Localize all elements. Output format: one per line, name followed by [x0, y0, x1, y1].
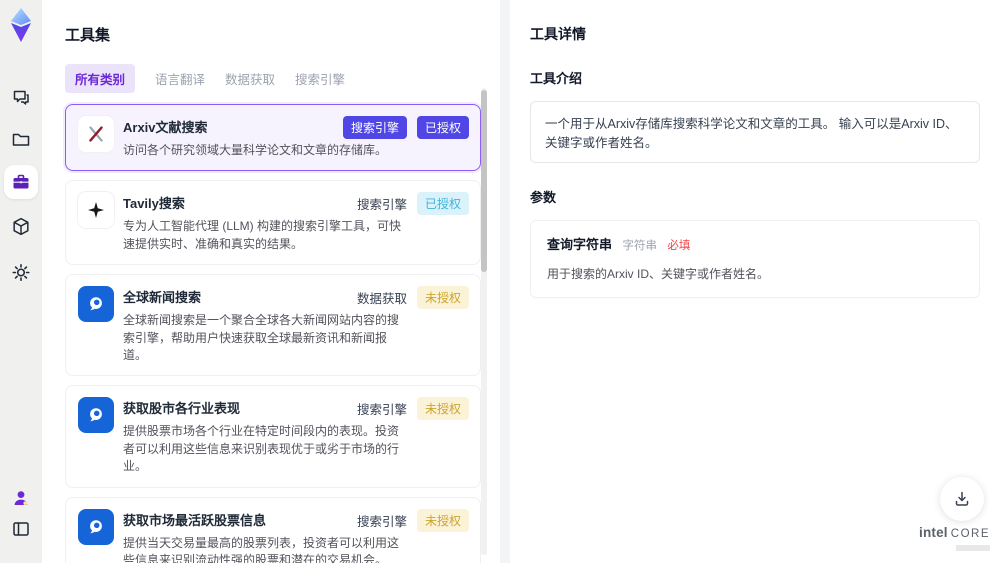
category-tabs: 所有类别 语言翻译 数据获取 搜索引擎	[65, 64, 500, 93]
list-scrollbar[interactable]	[481, 88, 487, 555]
tool-badges: 搜索引擎 未授权	[356, 397, 469, 421]
user-profile-item[interactable]	[11, 488, 31, 508]
tool-detail-panel: 工具详情 工具介绍 一个用于从Arxiv存储库搜索科学论文和文章的工具。 输入可…	[510, 0, 1000, 563]
params-heading: 参数	[530, 190, 557, 205]
files-nav-item[interactable]	[11, 129, 32, 150]
gear-icon	[12, 263, 30, 282]
news-search-app-icon	[78, 286, 114, 323]
stock-search-app-icon	[78, 397, 114, 434]
chat-icon	[13, 90, 29, 105]
param-card: 查询字符串 字符串 必填 用于搜索的Arxiv ID、关键字或作者姓名。	[530, 220, 980, 298]
detail-panel-title: 工具详情	[530, 26, 586, 42]
tool-badges: 数据获取 未授权	[356, 286, 469, 310]
tool-intro-text: 一个用于从Arxiv存储库搜索科学论文和文章的工具。 输入可以是Arxiv ID…	[530, 101, 980, 163]
tool-card[interactable]: 获取市场最活跃股票信息 提供当天交易量最高的股票列表，投资者可以利用这些信息来识…	[65, 496, 481, 563]
intel-core-logo: intel CORE	[919, 525, 990, 551]
tool-badges: 搜索引擎 已授权	[342, 116, 469, 139]
intro-heading: 工具介绍	[530, 71, 583, 86]
category-label: 搜索引擎	[356, 514, 407, 529]
settings-nav-item[interactable]	[11, 262, 32, 283]
scrollbar-thumb[interactable]	[481, 90, 487, 272]
tool-card[interactable]: Tavily搜索 专为人工智能代理 (LLM) 构建的搜索引擎工具，可快速提供实…	[65, 180, 481, 266]
tool-card-list: Arxiv文献搜索 访问各个研究领域大量科学论文和文章的存储库。 搜索引擎 已授…	[65, 104, 481, 563]
core-wordmark: CORE	[950, 528, 990, 540]
chat-nav-item[interactable]	[11, 87, 32, 108]
intel-wordmark: intel	[919, 525, 948, 540]
tool-card[interactable]: Arxiv文献搜索 访问各个研究领域大量科学论文和文章的存储库。 搜索引擎 已授…	[65, 104, 481, 172]
page-title: 工具集	[65, 27, 111, 44]
tab-language-translation[interactable]: 语言翻译	[155, 69, 205, 88]
tool-card[interactable]: 获取股市各行业表现 提供股票市场各个行业在特定时间段内的表现。投资者可以利用这些…	[65, 385, 481, 488]
category-badge: 搜索引擎	[342, 116, 407, 139]
tool-list-panel: 工具集 所有类别 语言翻译 数据获取 搜索引擎 Arxiv文献搜索 访问各个研究…	[42, 0, 500, 563]
panel-toggle-icon	[13, 522, 29, 536]
arxiv-logo-icon	[78, 116, 114, 152]
status-badge: 未授权	[416, 508, 469, 532]
status-badge: 未授权	[416, 397, 469, 421]
category-label: 数据获取	[356, 292, 407, 307]
param-description: 用于搜索的Arxiv ID、关键字或作者姓名。	[547, 267, 770, 281]
panel-divider	[500, 0, 510, 563]
tool-badges: 搜索引擎 未授权	[356, 508, 469, 532]
tab-all-categories[interactable]: 所有类别	[65, 64, 136, 93]
folder-icon	[12, 133, 30, 146]
gem-logo-icon	[11, 8, 31, 42]
icon-rail	[0, 0, 42, 563]
tool-description: 访问各个研究领域大量科学论文和文章的存储库。	[123, 143, 388, 157]
param-type: 字符串	[622, 240, 657, 252]
param-header: 查询字符串 字符串 必填	[547, 234, 963, 254]
tab-data-fetch[interactable]: 数据获取	[225, 69, 275, 88]
tab-search-engine[interactable]: 搜索引擎	[295, 69, 345, 88]
packages-nav-item[interactable]	[11, 216, 32, 237]
cube-icon	[13, 217, 29, 236]
toolbox-nav-item-active[interactable]	[4, 165, 38, 199]
stock-search-app-icon	[78, 508, 114, 545]
param-name: 查询字符串	[547, 237, 613, 252]
category-label: 搜索引擎	[356, 198, 407, 213]
download-icon	[955, 491, 969, 506]
intel-ultra-bar	[956, 545, 990, 551]
status-badge: 已授权	[416, 116, 469, 139]
param-required-badge: 必填	[667, 240, 691, 252]
user-icon	[14, 491, 28, 505]
app-logo[interactable]	[6, 7, 36, 43]
download-button[interactable]	[940, 477, 984, 521]
category-label: 搜索引擎	[356, 403, 407, 418]
tool-badges: 搜索引擎 已授权	[356, 192, 469, 216]
tool-card[interactable]: 全球新闻搜索 全球新闻搜索是一个聚合全球各大新闻网站内容的搜索引擎，帮助用户快速…	[65, 274, 481, 377]
tool-description: 提供股票市场各个行业在特定时间段内的表现。投资者可以利用这些信息来识别表现优于或…	[123, 424, 400, 474]
tool-description: 专为人工智能代理 (LLM) 构建的搜索引擎工具，可快速提供实时、准确和真实的结…	[123, 219, 402, 251]
collapse-sidebar-button[interactable]	[11, 519, 31, 539]
status-badge: 未授权	[416, 286, 469, 310]
briefcase-icon	[13, 174, 29, 189]
tool-description: 提供当天交易量最高的股票列表，投资者可以利用这些信息来识别流动性强的股票和潜在的…	[123, 535, 400, 563]
tavily-sparkle-icon	[78, 192, 114, 229]
status-badge: 已授权	[416, 192, 469, 216]
tool-description: 全球新闻搜索是一个聚合全球各大新闻网站内容的搜索引擎，帮助用户快速获取全球最新资…	[123, 313, 400, 362]
